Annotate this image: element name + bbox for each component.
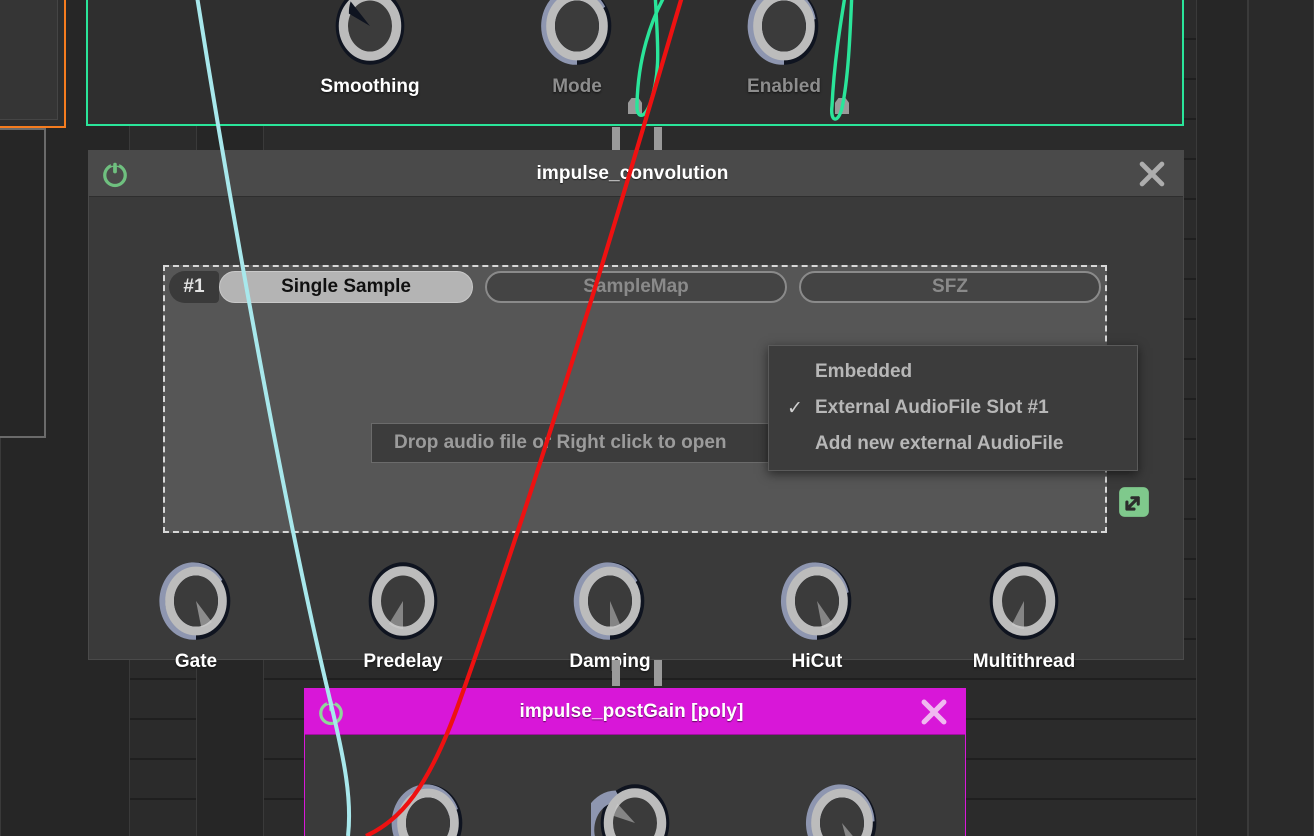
knob-label-multithread: Multithread — [972, 651, 1076, 672]
module-title-convolution: impulse_convolution — [536, 162, 729, 184]
knob-dial-postgain-1[interactable] — [384, 779, 472, 836]
knob-dial-predelay[interactable] — [359, 557, 447, 645]
context-menu-item-external-slot-1[interactable]: ✓ External AudioFile Slot #1 — [769, 390, 1137, 426]
close-icon[interactable] — [1135, 157, 1169, 191]
knob-dial-postgain-2[interactable] — [591, 779, 679, 836]
sampler-slot-badge: #1 — [169, 271, 219, 303]
module-header-postgain[interactable]: impulse_postGain [poly] — [305, 689, 965, 735]
audiofile-source-context-menu[interactable]: Embedded ✓ External AudioFile Slot #1 Ad… — [768, 345, 1138, 471]
connector-pin-enabled[interactable] — [835, 98, 849, 114]
connector-bar-lower-left — [612, 660, 620, 686]
context-menu-item-embedded[interactable]: Embedded — [769, 354, 1137, 390]
context-menu-label-external-slot-1: External AudioFile Slot #1 — [815, 397, 1049, 418]
knob-postgain-2[interactable] — [570, 779, 700, 836]
tab-single-sample[interactable]: Single Sample — [219, 271, 473, 303]
stub-panel-orange[interactable] — [0, 0, 66, 128]
knob-dial-postgain-3[interactable] — [798, 779, 886, 836]
knob-gate[interactable]: Gate — [131, 557, 261, 673]
knob-smoothing[interactable]: Smoothing — [305, 0, 435, 98]
knob-label-enabled: Enabled — [747, 76, 821, 97]
knob-postgain-1[interactable] — [363, 779, 493, 836]
stub-panel-gray[interactable] — [0, 128, 46, 438]
knob-multithread[interactable]: Multithread — [959, 557, 1089, 673]
knob-predelay[interactable]: Predelay — [338, 557, 468, 673]
knob-dial-mode[interactable] — [533, 0, 621, 70]
resize-expand-icon[interactable] — [1117, 485, 1151, 519]
power-icon[interactable] — [100, 159, 130, 189]
knob-label-smoothing: Smoothing — [320, 76, 420, 97]
knob-dial-hicut[interactable] — [773, 557, 861, 645]
tab-samplemap[interactable]: SampleMap — [485, 271, 787, 303]
power-icon[interactable] — [316, 697, 346, 727]
knob-postgain-3[interactable] — [777, 779, 907, 836]
knob-hicut[interactable]: HiCut — [752, 557, 882, 673]
context-menu-item-add-new-external[interactable]: Add new external AudioFile — [769, 426, 1137, 462]
patch-canvas: Smoothing Mode Enabled impulse_convoluti… — [0, 0, 1314, 836]
canvas-lane-right — [1196, 0, 1248, 836]
tab-sfz[interactable]: SFZ — [799, 271, 1101, 303]
knob-label-hicut: HiCut — [791, 651, 843, 672]
module-header-convolution[interactable]: impulse_convolution — [89, 151, 1183, 197]
knob-dial-enabled[interactable] — [740, 0, 828, 70]
knob-label-gate: Gate — [174, 651, 218, 672]
knob-damping[interactable]: Damping — [545, 557, 675, 673]
knob-label-predelay: Predelay — [363, 651, 443, 672]
connector-pin-mode[interactable] — [628, 98, 642, 114]
knob-mode[interactable]: Mode — [512, 0, 642, 98]
canvas-lane-far — [1248, 0, 1314, 836]
module-title-postgain: impulse_postGain [poly] — [519, 700, 744, 722]
knob-label-mode: Mode — [552, 76, 602, 97]
stub-panel-orange-inner — [0, 0, 58, 120]
knob-dial-gate[interactable] — [152, 557, 240, 645]
module-impulse-postgain[interactable]: impulse_postGain [poly] — [304, 688, 966, 836]
sampler-tab-row: #1 Single Sample SampleMap SFZ — [169, 271, 1101, 303]
context-menu-label-embedded: Embedded — [815, 361, 913, 382]
check-icon-external-slot-1: ✓ — [787, 397, 803, 419]
knob-enabled[interactable]: Enabled — [719, 0, 849, 98]
knob-dial-multithread[interactable] — [980, 557, 1068, 645]
context-menu-label-add-new-external: Add new external AudioFile — [815, 433, 1064, 454]
knob-dial-smoothing[interactable] — [326, 0, 414, 70]
connector-bar-lower-right — [654, 660, 662, 686]
knob-dial-damping[interactable] — [566, 557, 654, 645]
close-icon[interactable] — [917, 695, 951, 729]
